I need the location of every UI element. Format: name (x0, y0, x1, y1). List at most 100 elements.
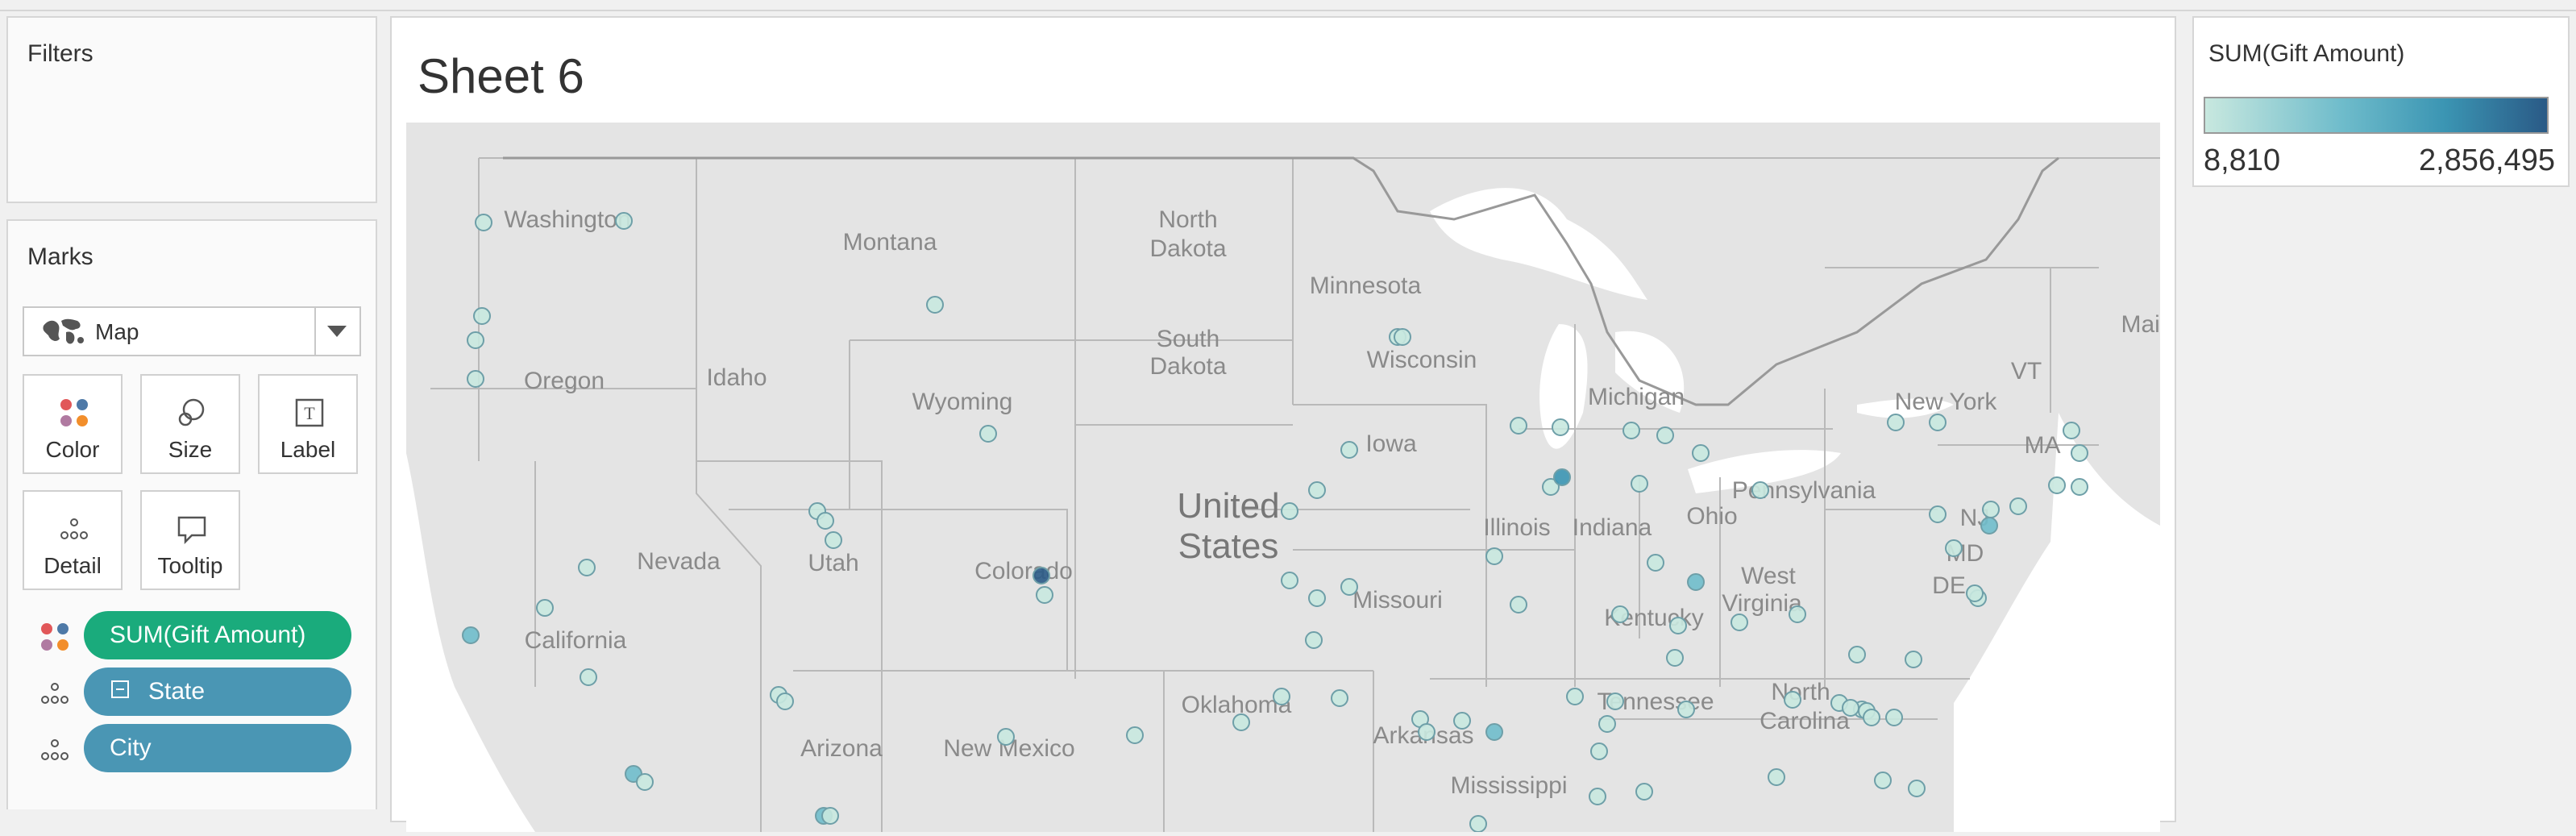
city-mark[interactable] (1666, 649, 1684, 667)
city-mark[interactable] (1768, 768, 1785, 786)
chevron-down-icon[interactable] (314, 308, 359, 355)
city-mark[interactable] (536, 599, 554, 617)
state-label: Wyoming (912, 389, 1013, 415)
us-map[interactable]: WashingtonMontanaNorthDakotaMinnesotaOre… (406, 123, 2174, 833)
size-card[interactable]: Size (140, 374, 240, 474)
city-mark[interactable] (1308, 481, 1326, 499)
city-mark[interactable] (1590, 742, 1608, 760)
city-mark[interactable] (1232, 713, 1250, 731)
city-mark[interactable] (1669, 617, 1687, 634)
city-mark[interactable] (1606, 693, 1624, 710)
city-mark[interactable] (467, 331, 484, 349)
city-mark[interactable] (615, 212, 633, 230)
tooltip-card[interactable]: Tooltip (140, 490, 240, 590)
city-mark[interactable] (1485, 723, 1503, 741)
city-mark[interactable] (776, 693, 794, 710)
city-mark[interactable] (926, 296, 944, 314)
city-mark[interactable] (1945, 539, 1963, 557)
label-card-label: Label (280, 437, 336, 462)
city-mark[interactable] (1281, 502, 1298, 520)
city-mark[interactable] (1982, 501, 2000, 518)
city-mark[interactable] (1784, 691, 1801, 709)
city-mark[interactable] (1589, 788, 1606, 805)
color-legend[interactable]: SUM(Gift Amount) 8,810 2,856,495 (2192, 16, 2570, 187)
city-mark[interactable] (580, 668, 597, 686)
city-mark[interactable] (1598, 715, 1616, 733)
city-mark[interactable] (1036, 586, 1053, 604)
city-mark[interactable] (997, 728, 1015, 746)
city-mark[interactable] (1647, 554, 1664, 572)
city-mark[interactable] (473, 307, 491, 325)
city-mark[interactable] (1887, 414, 1905, 431)
city-mark[interactable] (2009, 497, 2027, 515)
city-mark[interactable] (979, 425, 997, 443)
city-mark[interactable] (475, 214, 492, 231)
city-mark[interactable] (1469, 815, 1487, 833)
mark-type-dropdown[interactable]: Map (23, 306, 361, 356)
city-mark[interactable] (1635, 783, 1653, 801)
city-mark[interactable] (462, 626, 480, 644)
city-mark[interactable] (1929, 414, 1947, 431)
city-mark[interactable] (1751, 481, 1769, 499)
city-mark[interactable] (636, 773, 654, 791)
city-mark[interactable] (1453, 712, 1471, 730)
city-mark[interactable] (1553, 468, 1571, 486)
city-mark[interactable] (1308, 589, 1326, 607)
city-pill[interactable]: City (84, 724, 351, 772)
city-mark[interactable] (1126, 726, 1144, 744)
state-pill[interactable]: State (84, 668, 351, 716)
city-mark[interactable] (1677, 701, 1695, 718)
color-card[interactable]: Color (23, 374, 123, 474)
city-mark[interactable] (1485, 547, 1503, 565)
city-mark[interactable] (1631, 475, 1648, 493)
city-mark[interactable] (1687, 573, 1705, 591)
city-mark[interactable] (1331, 689, 1348, 707)
sum-gift-amount-pill[interactable]: SUM(Gift Amount) (84, 611, 351, 659)
city-mark[interactable] (1789, 605, 1806, 623)
city-mark[interactable] (1305, 631, 1323, 649)
city-mark[interactable] (1966, 584, 1984, 602)
city-mark[interactable] (1340, 578, 1358, 596)
city-mark[interactable] (1730, 613, 1748, 631)
city-mark[interactable] (1611, 605, 1629, 623)
city-mark[interactable] (1656, 426, 1674, 444)
city-mark[interactable] (1566, 688, 1584, 705)
state-label: New York (1895, 389, 1998, 415)
city-mark[interactable] (1842, 699, 1859, 717)
city-mark[interactable] (1032, 567, 1050, 584)
city-mark[interactable] (578, 559, 596, 576)
state-label: Colorado (974, 558, 1073, 584)
collapse-icon[interactable] (111, 680, 129, 698)
city-mark[interactable] (1340, 441, 1358, 459)
city-mark[interactable] (1908, 780, 1926, 797)
filters-shelf[interactable]: Filters (6, 16, 377, 203)
city-mark[interactable] (1418, 723, 1435, 741)
city-mark[interactable] (2071, 444, 2088, 462)
city-mark[interactable] (1692, 444, 1710, 462)
city-mark[interactable] (821, 807, 839, 825)
city-mark[interactable] (1510, 417, 1527, 435)
city-mark[interactable] (1281, 572, 1298, 589)
city-mark[interactable] (2063, 422, 2080, 439)
label-card[interactable]: T Label (258, 374, 358, 474)
city-mark[interactable] (1622, 422, 1640, 439)
city-mark[interactable] (2071, 478, 2088, 496)
city-mark[interactable] (825, 531, 842, 549)
city-mark[interactable] (1394, 328, 1411, 346)
city-mark[interactable] (1552, 418, 1569, 436)
map-view[interactable]: Washington Montana North Dakota Minnesota Ore… (406, 123, 2174, 833)
city-mark[interactable] (1980, 517, 1998, 534)
city-mark[interactable] (1848, 646, 1866, 663)
detail-card[interactable]: Detail (23, 490, 123, 590)
city-mark[interactable] (1885, 709, 1903, 726)
label-icon: T (295, 398, 324, 427)
city-mark[interactable] (2048, 476, 2066, 494)
city-mark[interactable] (1929, 505, 1947, 523)
city-mark[interactable] (816, 512, 834, 530)
city-mark[interactable] (1510, 596, 1527, 613)
city-mark[interactable] (467, 370, 484, 388)
city-mark[interactable] (1863, 709, 1880, 726)
city-mark[interactable] (1874, 772, 1892, 789)
city-mark[interactable] (1273, 688, 1290, 705)
city-mark[interactable] (1905, 651, 1922, 668)
